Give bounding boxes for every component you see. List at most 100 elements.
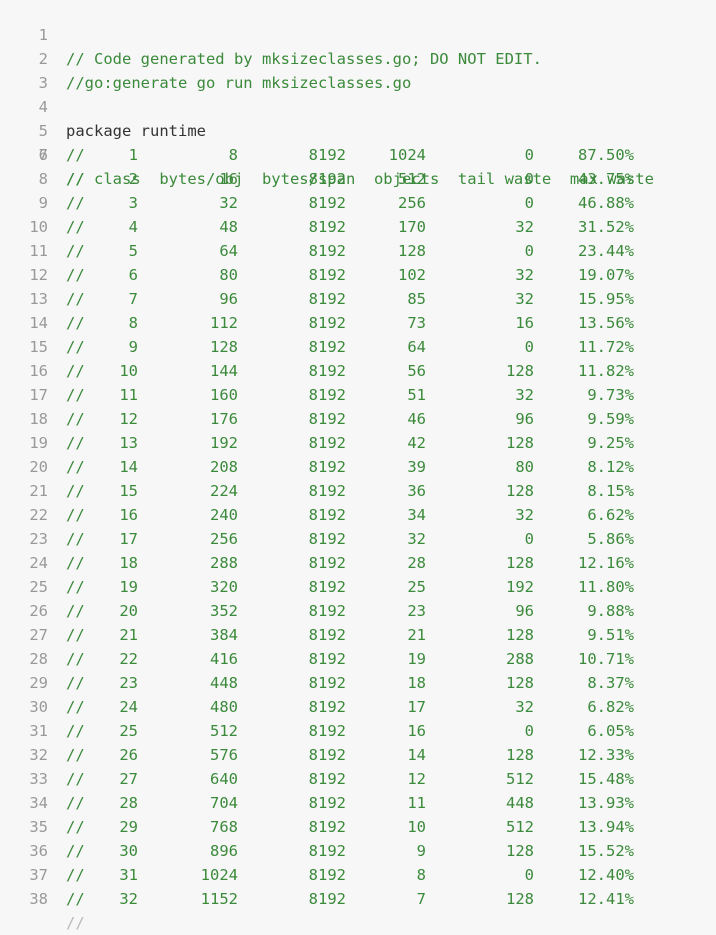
- table-row: 9 // 3 32 8192 256 0 46.88%: [0, 191, 716, 215]
- bytes-obj-cell: 112: [210, 314, 238, 332]
- class-cell: 24: [119, 698, 138, 716]
- bytes-span-cell: 8192: [308, 290, 346, 308]
- line-number: 17: [29, 386, 48, 404]
- tail-waste-cell: 80: [515, 458, 534, 476]
- bytes-obj-cell: 768: [210, 818, 238, 836]
- table-row: 24 // 18 288 8192 28 128 12.16%: [0, 551, 716, 575]
- comment-marker: //: [66, 362, 85, 380]
- class-cell: 4: [128, 218, 138, 236]
- line-number: 36: [29, 842, 48, 860]
- objects-cell: 85: [407, 290, 426, 308]
- line-number: 10: [29, 218, 48, 236]
- line-number: 8: [38, 170, 48, 188]
- class-cell: 30: [119, 842, 138, 860]
- bytes-span-cell: 8192: [308, 338, 346, 356]
- max-waste-cell: 46.88%: [578, 194, 634, 212]
- max-waste-cell: 11.82%: [578, 362, 634, 380]
- line-number: 16: [29, 362, 48, 380]
- comment-marker: //: [66, 914, 85, 932]
- max-waste-cell: 87.50%: [578, 146, 634, 164]
- tail-waste-cell: 0: [524, 242, 534, 260]
- bytes-obj-cell: 448: [210, 674, 238, 692]
- bytes-obj-cell: 416: [210, 650, 238, 668]
- max-waste-cell: 12.41%: [578, 890, 634, 908]
- line-number: 30: [29, 698, 48, 716]
- objects-cell: 28: [407, 554, 426, 572]
- class-cell: 8: [128, 314, 138, 332]
- tail-waste-cell: 128: [506, 890, 534, 908]
- line-number: 7: [38, 146, 48, 164]
- objects-cell: 39: [407, 458, 426, 476]
- tail-waste-cell: 0: [524, 530, 534, 548]
- max-waste-cell: 9.59%: [587, 410, 634, 428]
- objects-cell: 18: [407, 674, 426, 692]
- tail-waste-cell: 32: [515, 698, 534, 716]
- max-waste-cell: 15.48%: [578, 770, 634, 788]
- class-cell: 11: [119, 386, 138, 404]
- code-line: 4 package runtime: [0, 71, 716, 140]
- tail-waste-cell: 32: [515, 386, 534, 404]
- table-row: 29 // 23 448 8192 18 128 8.37%: [0, 671, 716, 695]
- objects-cell: 19: [407, 650, 426, 668]
- tail-waste-cell: 0: [524, 194, 534, 212]
- comment-marker: //: [66, 770, 85, 788]
- tail-waste-cell: 0: [524, 338, 534, 356]
- table-row: 15 // 9 128 8192 64 0 11.72%: [0, 335, 716, 359]
- line-number: 35: [29, 818, 48, 836]
- comment-marker: //: [66, 506, 85, 524]
- comment-marker: //: [66, 458, 85, 476]
- line-number: 23: [29, 530, 48, 548]
- bytes-span-cell: 8192: [308, 866, 346, 884]
- objects-cell: 73: [407, 314, 426, 332]
- class-cell: 20: [119, 602, 138, 620]
- comment-marker: //: [66, 314, 85, 332]
- class-cell: 1: [128, 146, 138, 164]
- max-waste-cell: 9.88%: [587, 602, 634, 620]
- class-cell: 18: [119, 554, 138, 572]
- table-row: 28 // 22 416 8192 19 288 10.71%: [0, 647, 716, 671]
- objects-cell: 32: [407, 530, 426, 548]
- bytes-span-cell: 8192: [308, 530, 346, 548]
- line-number: 25: [29, 578, 48, 596]
- bytes-span-cell: 8192: [308, 602, 346, 620]
- bytes-span-cell: 8192: [308, 890, 346, 908]
- bytes-span-cell: 8192: [308, 842, 346, 860]
- bytes-span-cell: 8192: [308, 218, 346, 236]
- code-line: 5: [0, 95, 716, 140]
- table-row: 25 // 19 320 8192 25 192 11.80%: [0, 575, 716, 599]
- bytes-obj-cell: 320: [210, 578, 238, 596]
- objects-cell: 64: [407, 338, 426, 356]
- class-cell: 28: [119, 794, 138, 812]
- bytes-obj-cell: 64: [219, 242, 238, 260]
- comment-marker: //: [66, 746, 85, 764]
- objects-cell: 36: [407, 482, 426, 500]
- objects-cell: 11: [407, 794, 426, 812]
- objects-cell: 16: [407, 722, 426, 740]
- objects-cell: 46: [407, 410, 426, 428]
- table-row: 23 // 17 256 8192 32 0 5.86%: [0, 527, 716, 551]
- objects-cell: 256: [398, 194, 426, 212]
- max-waste-cell: 5.86%: [587, 530, 634, 548]
- table-row: 27 // 21 384 8192 21 128 9.51%: [0, 623, 716, 647]
- code-line: 3: [0, 47, 716, 92]
- bytes-obj-cell: 192: [210, 434, 238, 452]
- bytes-obj-cell: 128: [210, 338, 238, 356]
- bytes-span-cell: 8192: [308, 650, 346, 668]
- line-number: 13: [29, 290, 48, 308]
- table-row: 10 // 4 48 8192 170 32 31.52%: [0, 215, 716, 239]
- class-cell: 27: [119, 770, 138, 788]
- class-cell: 17: [119, 530, 138, 548]
- bytes-span-cell: 8192: [308, 674, 346, 692]
- bytes-obj-cell: 16: [219, 170, 238, 188]
- line-number: 28: [29, 650, 48, 668]
- table-row: 13 // 7 96 8192 85 32 15.95%: [0, 287, 716, 311]
- clipped-table-row: //: [0, 911, 716, 935]
- class-cell: 6: [128, 266, 138, 284]
- tail-waste-cell: 32: [515, 266, 534, 284]
- bytes-obj-cell: 80: [219, 266, 238, 284]
- table-row: 20 // 14 208 8192 39 80 8.12%: [0, 455, 716, 479]
- bytes-obj-cell: 144: [210, 362, 238, 380]
- objects-cell: 8: [416, 866, 426, 884]
- comment-marker: //: [66, 290, 85, 308]
- table-row: 7 // 1 8 8192 1024 0 87.50%: [0, 143, 716, 167]
